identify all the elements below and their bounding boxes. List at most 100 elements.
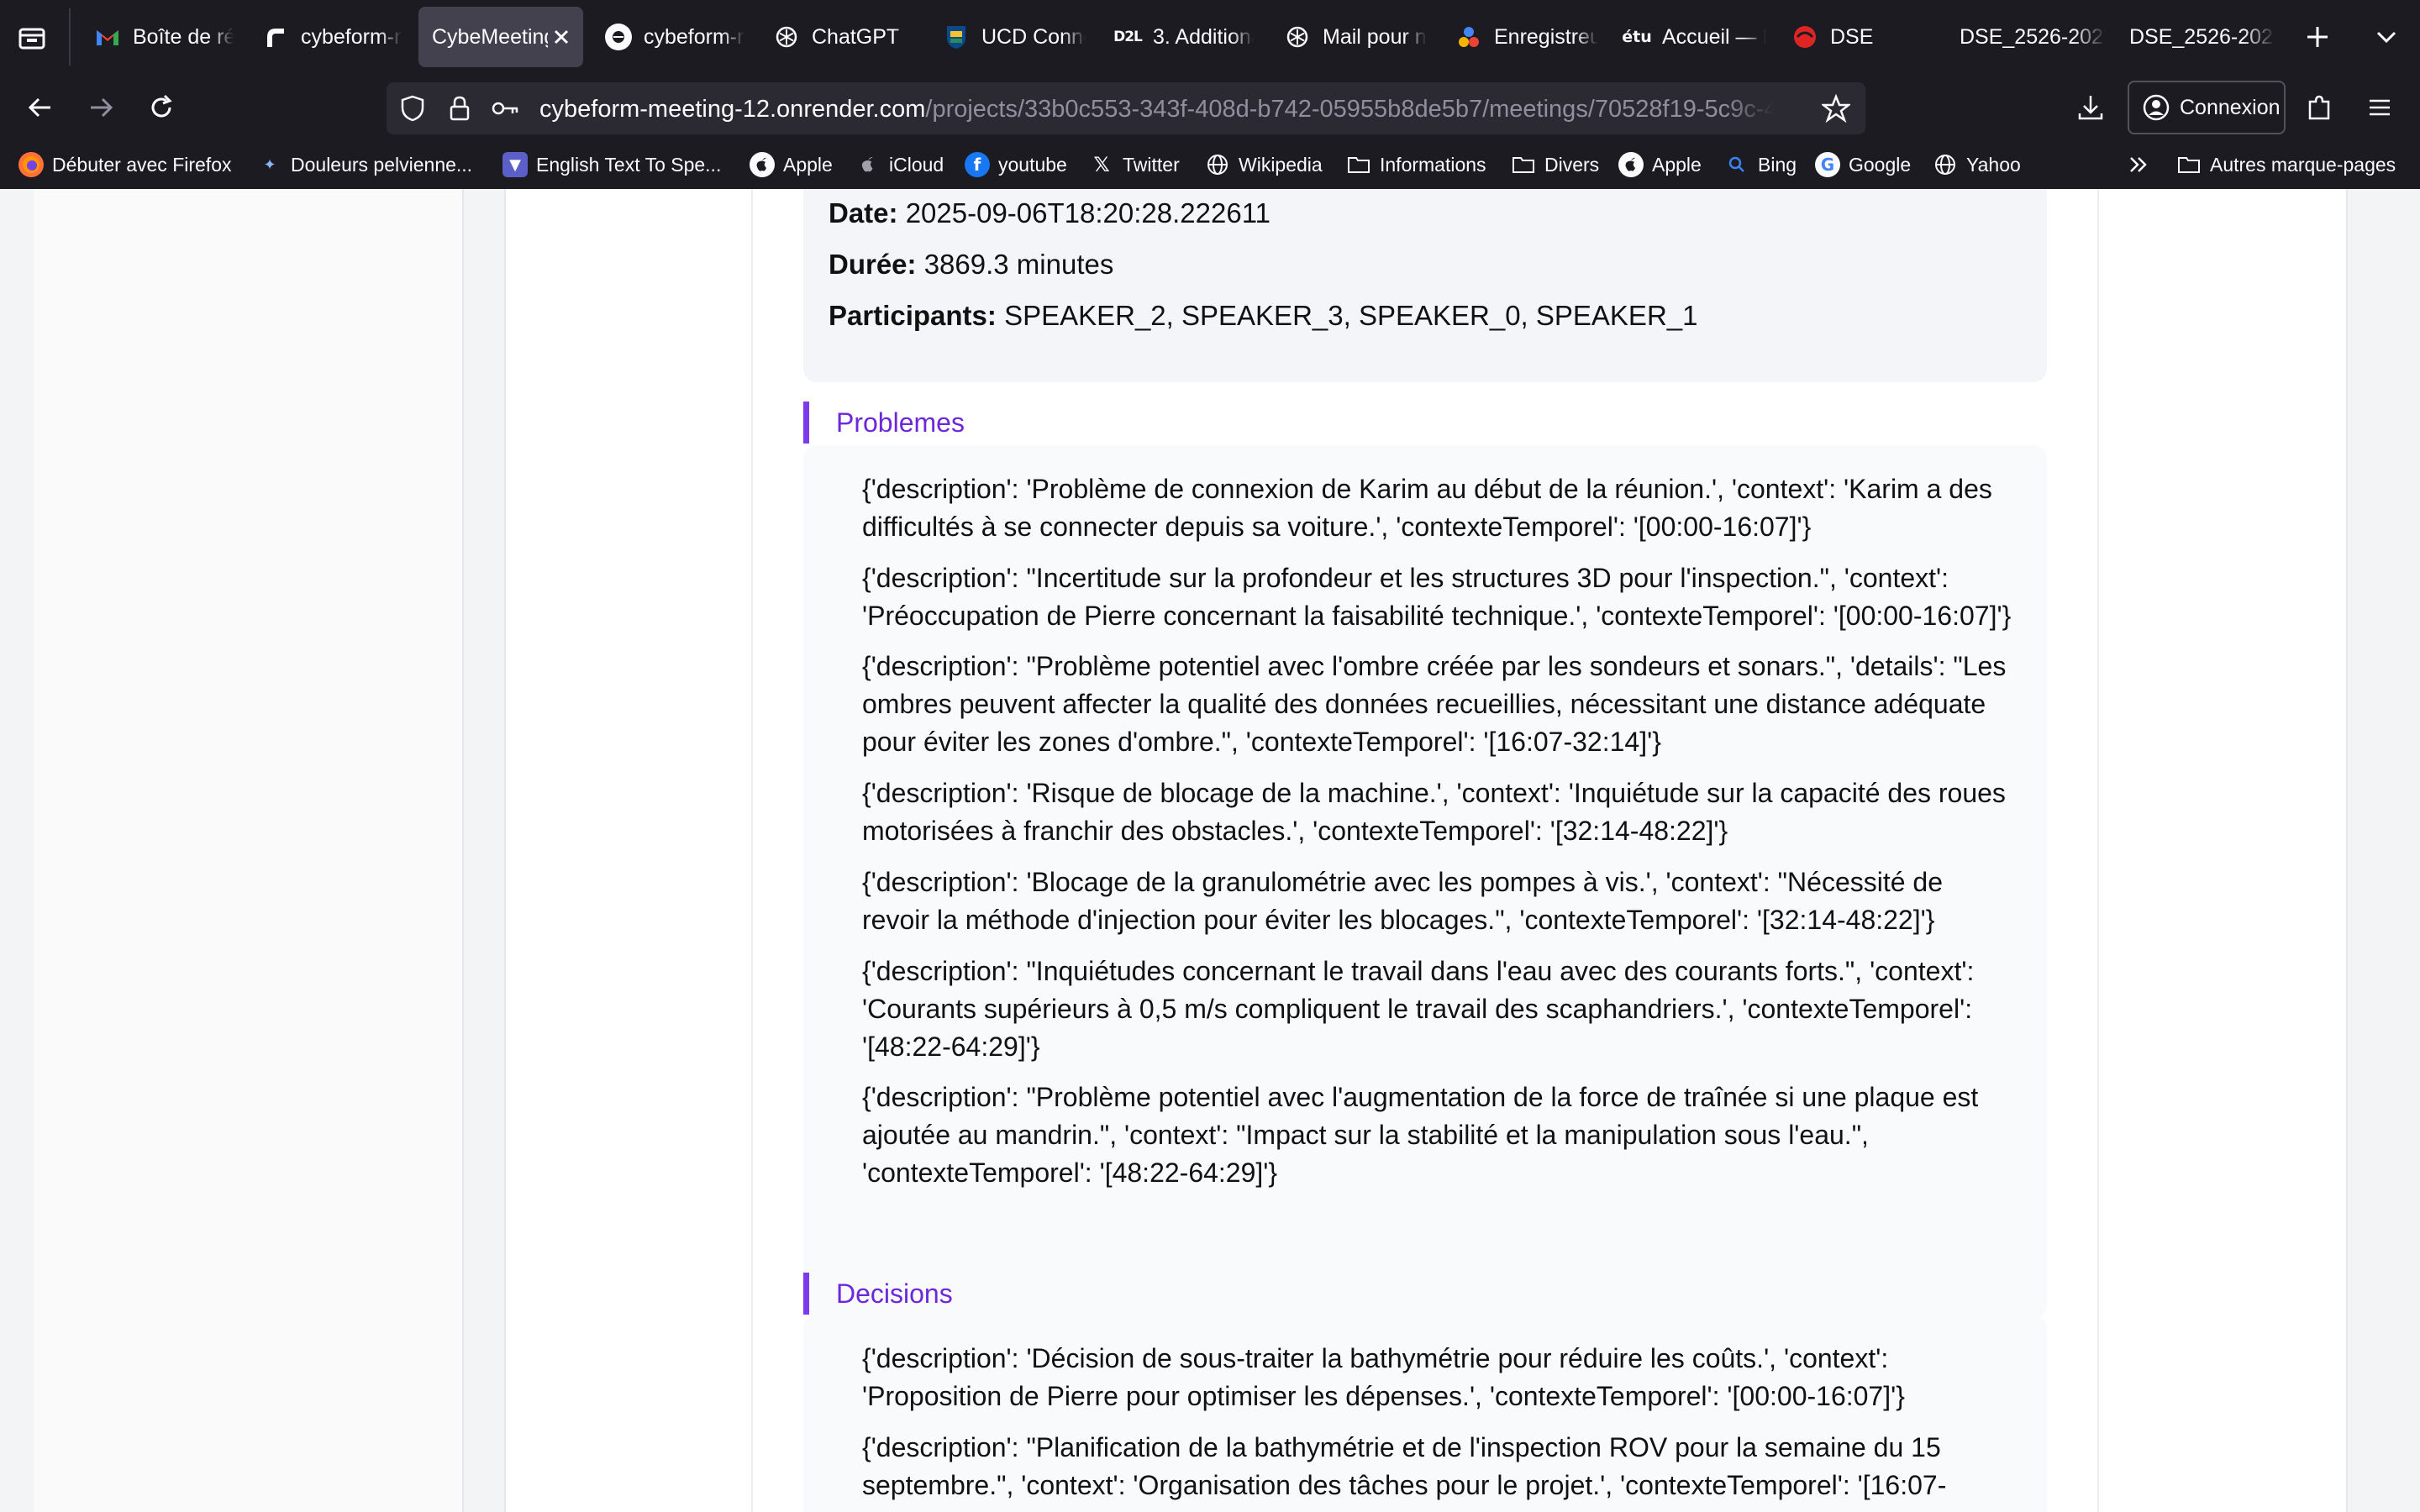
app-menu-button[interactable] xyxy=(2360,87,2400,128)
firefox-icon xyxy=(18,152,44,177)
tab-ucd-connect[interactable]: UCD Connect xyxy=(926,7,1086,67)
tab-label: UCD Connect xyxy=(981,24,1086,49)
bookmark-item[interactable]: G Google xyxy=(1815,150,1911,180)
key-icon[interactable] xyxy=(491,94,519,123)
account-icon xyxy=(2143,94,2170,121)
apple-icon xyxy=(750,152,775,177)
date-label: Date: xyxy=(829,197,898,228)
bookmark-label: Twitter xyxy=(1123,153,1180,176)
back-button[interactable] xyxy=(20,87,60,128)
bookmarks-overflow-button[interactable] xyxy=(2126,150,2151,180)
tab-mail[interactable]: Mail pour nous xyxy=(1267,7,1427,67)
arrow-right-icon xyxy=(91,97,113,118)
bookmark-item[interactable]: Débuter avec Firefox xyxy=(18,150,231,180)
firefox-view-button[interactable] xyxy=(13,20,50,57)
meeting-date-row: Date: 2025-09-06T18:20:28.222611 xyxy=(829,197,1270,229)
other-bookmarks-folder[interactable]: Autres marque-pages xyxy=(2176,150,2396,180)
shield-icon[interactable] xyxy=(398,94,427,123)
bookmark-item[interactable]: Apple xyxy=(1618,150,1702,180)
chatgpt-icon xyxy=(773,24,800,50)
gmail-icon xyxy=(94,24,121,50)
decisions-list: {'description': 'Décision de sous-traite… xyxy=(803,1315,2047,1512)
tab-cybemeeting-active[interactable]: CybeMeeting xyxy=(418,7,583,67)
tab-label: 3. Additional xyxy=(1153,24,1254,49)
tab-dse-2526-b[interactable]: DSE_2526-2027 xyxy=(2116,7,2275,67)
list-all-tabs-button[interactable] xyxy=(2368,18,2405,55)
bookmark-item[interactable]: iCloud xyxy=(855,150,944,180)
tab-render-1[interactable]: cybeform-meeting xyxy=(245,7,402,67)
tab-gmail[interactable]: Boîte de réception xyxy=(77,7,234,67)
firefox-view-icon xyxy=(18,28,45,50)
url-host: cybeform-meeting-12.onrender.com xyxy=(539,96,926,123)
reload-icon xyxy=(151,94,172,118)
bookmark-label: Yahoo xyxy=(1966,153,2021,176)
other-bookmarks-label: Autres marque-pages xyxy=(2210,153,2396,176)
bookmark-item[interactable]: Wikipedia xyxy=(1205,150,1323,180)
tab-bar: Boîte de réception cybeform-meeting Cybe… xyxy=(0,0,2420,74)
list-item: {'description': 'Risque de blocage de la… xyxy=(862,778,2006,846)
meeting-duration-row: Durée: 3869.3 minutes xyxy=(829,249,1113,281)
bookmark-item[interactable]: f youtube xyxy=(965,150,1067,180)
bookmark-label: Douleurs pelvienne... xyxy=(291,153,473,176)
forward-button[interactable] xyxy=(81,87,121,128)
tab-dse-2526-a[interactable]: DSE_2526-2027 xyxy=(1946,7,2106,67)
lock-icon[interactable] xyxy=(445,94,474,123)
bookmark-label: Google xyxy=(1849,153,1912,176)
d2l-icon: D2L xyxy=(1113,29,1143,45)
bookmark-item[interactable]: Informations xyxy=(1346,150,1486,180)
tab-d2l[interactable]: D2L 3. Additional xyxy=(1097,7,1254,67)
arrow-left-icon xyxy=(28,97,50,118)
tab-render-2[interactable]: cybeform-meeting xyxy=(588,7,744,67)
globe-icon xyxy=(1205,152,1230,177)
tab-label: Mail pour nous xyxy=(1323,24,1427,49)
participants-label: Participants: xyxy=(829,300,997,331)
extensions-button[interactable] xyxy=(2299,87,2339,128)
bookmark-item[interactable]: Divers xyxy=(1511,150,1599,180)
tab-label: Boîte de réception xyxy=(133,24,234,49)
tab-enregistreur[interactable]: Enregistreur xyxy=(1439,7,1598,67)
double-chevron-right-icon xyxy=(2130,157,2147,172)
bookmark-label: English Text To Spe... xyxy=(536,153,722,176)
url-text[interactable]: cybeform-meeting-12.onrender.com/project… xyxy=(539,94,1775,124)
plus-icon xyxy=(2307,27,2328,47)
tab-chatgpt[interactable]: ChatGPT xyxy=(756,7,916,67)
medical-icon: ✦ xyxy=(263,155,276,174)
tab-accueil[interactable]: étu Accueil — M xyxy=(1607,7,1766,67)
bookmark-item[interactable]: Apple xyxy=(750,150,833,180)
tab-label: Accueil — M xyxy=(1662,24,1766,49)
url-path: /projects/33b0c553-343f-408d-b742-05955b… xyxy=(925,96,1775,123)
star-bookmark-icon[interactable] xyxy=(1822,94,1850,123)
list-item: {'description': "Problème potentiel avec… xyxy=(862,651,2007,757)
participants-value: SPEAKER_2, SPEAKER_3, SPEAKER_0, SPEAKER… xyxy=(1004,300,1698,331)
bookmarks-toolbar: Débuter avec Firefox ✦ Douleurs pelvienne… xyxy=(0,141,2420,189)
bookmark-item[interactable]: Yahoo xyxy=(1933,150,2021,180)
new-tab-button[interactable] xyxy=(2299,18,2336,55)
close-tab-icon[interactable] xyxy=(551,27,571,47)
tab-separator xyxy=(69,8,71,66)
red-circle-icon xyxy=(1791,24,1818,50)
meeting-info-box: Date: 2025-09-06T18:20:28.222611 Durée: … xyxy=(803,189,2047,382)
page-viewport: Date: 2025-09-06T18:20:28.222611 Durée: … xyxy=(0,189,2420,1512)
bookmark-item[interactable]: ✦ Douleurs pelvienne... xyxy=(257,150,472,180)
login-label: Connexion xyxy=(2180,95,2281,119)
downloads-button[interactable] xyxy=(2070,87,2111,128)
bookmark-item[interactable]: ▼ English Text To Spe... xyxy=(502,150,721,180)
search-icon xyxy=(1724,152,1749,177)
bookmark-label: iCloud xyxy=(889,153,944,176)
dots-icon xyxy=(1455,24,1482,50)
list-item: {'description': 'Blocage de la granulomé… xyxy=(862,867,1944,935)
list-item: {'description': "Incertitude sur la prof… xyxy=(862,563,2012,631)
tab-dse[interactable]: DSE xyxy=(1775,7,1934,67)
bookmark-label: Apple xyxy=(1652,153,1702,176)
tab-label: DSE_2526-2027 xyxy=(1960,24,2106,49)
bookmark-item[interactable]: Bing xyxy=(1724,150,1797,180)
address-bar[interactable]: cybeform-meeting-12.onrender.com/project… xyxy=(387,82,1865,134)
list-item: {'description': "Planification de la bat… xyxy=(862,1432,1947,1512)
account-login-button[interactable]: Connexion xyxy=(2128,81,2286,134)
reload-button[interactable] xyxy=(141,87,182,128)
left-sidebar-area xyxy=(34,189,464,1512)
bookmark-item[interactable]: 𝕏 Twitter xyxy=(1089,150,1180,180)
chatgpt-icon xyxy=(1284,24,1311,50)
x-icon: 𝕏 xyxy=(1093,153,1110,176)
tab-label: ChatGPT xyxy=(812,24,900,49)
